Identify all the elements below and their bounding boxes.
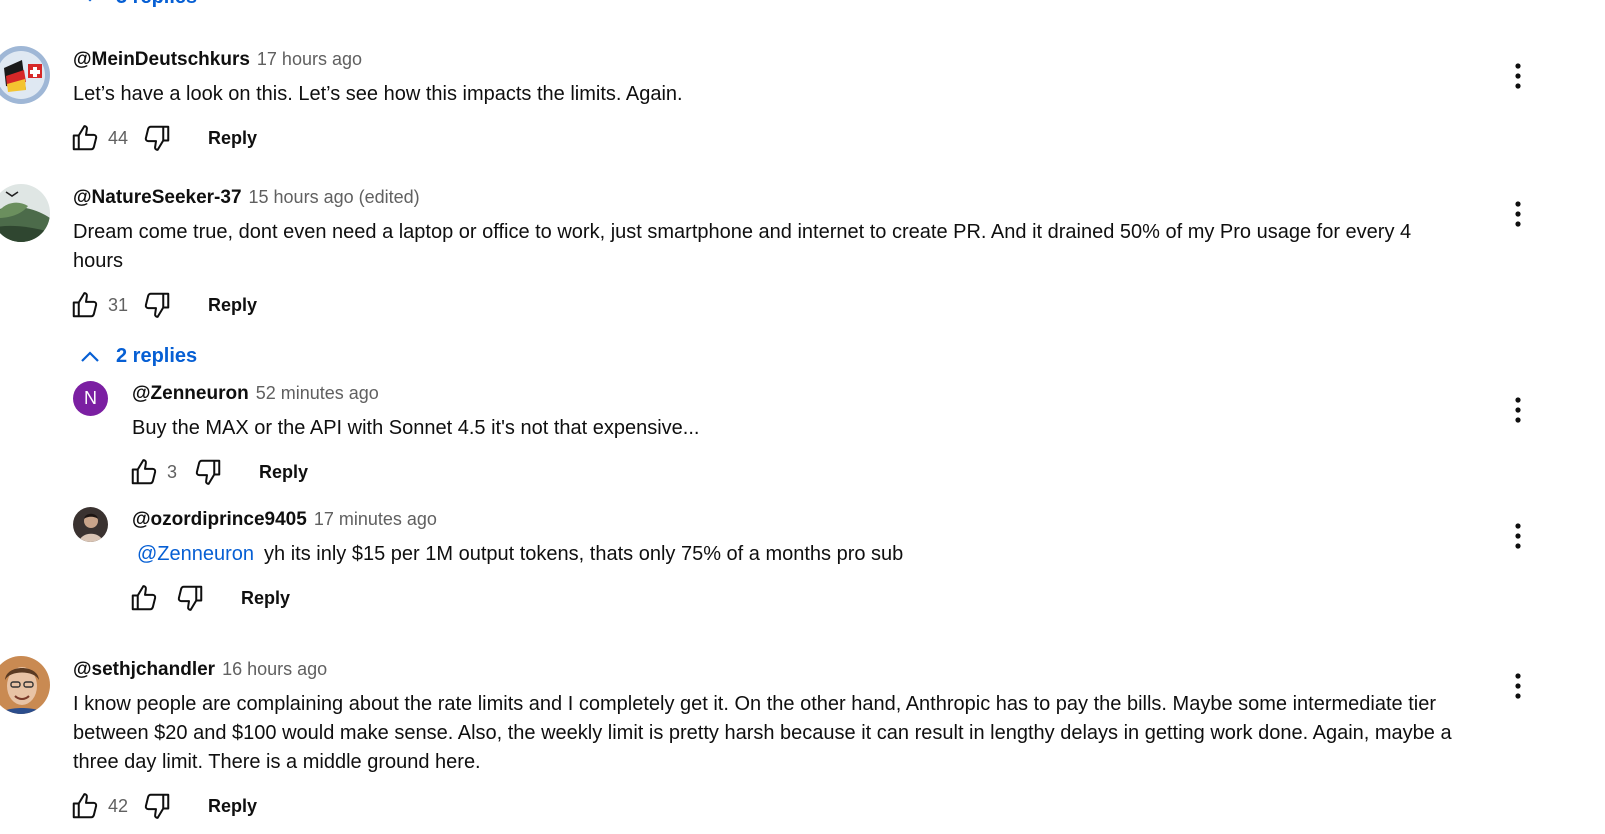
comment-actions: 42 Reply xyxy=(70,789,267,823)
more-actions-button[interactable] xyxy=(1508,521,1528,551)
thumb-down-icon xyxy=(142,290,172,320)
avatar[interactable]: N xyxy=(73,381,108,416)
replies-toggle-label: 2 replies xyxy=(116,344,198,367)
author-name[interactable]: @ozordiprince9405 xyxy=(132,509,307,531)
author-name[interactable]: @sethjchandler xyxy=(73,659,215,681)
thumb-down-icon xyxy=(142,123,172,153)
avatar[interactable] xyxy=(0,184,50,242)
like-count: 44 xyxy=(108,127,129,148)
like-button[interactable] xyxy=(70,791,100,821)
comment-actions: 3 Reply xyxy=(129,455,318,489)
comment-time[interactable]: 15 hours ago (edited) xyxy=(249,187,420,208)
like-count: 42 xyxy=(108,795,129,816)
replies-toggle-label: 3 replies xyxy=(116,0,197,9)
replies-toggle-top[interactable]: 3 replies xyxy=(80,0,197,8)
comment-actions: 44 Reply xyxy=(70,121,267,155)
like-count: 3 xyxy=(167,461,178,482)
like-button[interactable] xyxy=(70,123,100,153)
reply-button[interactable]: Reply xyxy=(231,581,300,615)
author-name[interactable]: @Zenneuron xyxy=(132,383,249,405)
thumb-up-icon xyxy=(70,290,100,320)
avatar[interactable] xyxy=(0,46,50,104)
more-actions-button[interactable] xyxy=(1508,395,1528,425)
dislike-button[interactable] xyxy=(142,123,172,153)
like-button[interactable] xyxy=(129,457,159,487)
comment-text: Let’s have a look on this. Let’s see how… xyxy=(73,83,683,105)
more-vert-icon xyxy=(1514,671,1522,701)
thumb-down-icon xyxy=(142,791,172,821)
like-button[interactable] xyxy=(129,583,159,613)
more-actions-button[interactable] xyxy=(1508,199,1528,229)
chevron-up-icon xyxy=(81,351,99,362)
thumb-up-icon xyxy=(129,583,159,613)
mention-link[interactable]: @Zenneuron xyxy=(137,543,254,565)
thumb-up-icon xyxy=(70,123,100,153)
comment-header: @MeinDeutschkurs 17 hours ago xyxy=(73,49,362,71)
chevron-down-icon xyxy=(88,0,92,2)
comment-actions: 31 Reply xyxy=(70,288,267,322)
more-actions-button[interactable] xyxy=(1508,671,1528,701)
more-actions-button[interactable] xyxy=(1508,61,1528,91)
dislike-button[interactable] xyxy=(193,457,223,487)
comment-time[interactable]: 17 minutes ago xyxy=(314,509,437,530)
thumb-down-icon xyxy=(193,457,223,487)
thumb-down-icon xyxy=(175,583,205,613)
comment-text: @Zenneuron yh its inly $15 per 1M output … xyxy=(132,540,1472,569)
reply-button[interactable]: Reply xyxy=(249,455,318,489)
comment-time[interactable]: 17 hours ago xyxy=(257,49,362,70)
author-name[interactable]: @NatureSeeker-37 xyxy=(73,187,242,209)
reply-button[interactable]: Reply xyxy=(198,121,267,155)
like-button[interactable] xyxy=(70,290,100,320)
more-vert-icon xyxy=(1514,521,1522,551)
avatar[interactable] xyxy=(0,656,50,714)
dislike-button[interactable] xyxy=(142,290,172,320)
comment-actions: Reply xyxy=(129,581,300,615)
comment-text: Buy the MAX or the API with Sonnet 4.5 i… xyxy=(132,417,700,439)
avatar[interactable] xyxy=(73,507,108,542)
comment-header: @Zenneuron 52 minutes ago xyxy=(132,383,379,405)
comment-body: yh its inly $15 per 1M output tokens, th… xyxy=(264,543,904,565)
reply-button[interactable]: Reply xyxy=(198,789,267,823)
replies-toggle[interactable]: 2 replies xyxy=(78,340,197,372)
comment-header: @NatureSeeker-37 15 hours ago (edited) xyxy=(73,187,420,209)
comment-text: Dream come true, dont even need a laptop… xyxy=(73,221,1412,272)
comment-time[interactable]: 52 minutes ago xyxy=(256,383,379,404)
more-vert-icon xyxy=(1514,61,1522,91)
reply-button[interactable]: Reply xyxy=(198,288,267,322)
dislike-button[interactable] xyxy=(142,791,172,821)
comment-header: @sethjchandler 16 hours ago xyxy=(73,659,327,681)
dislike-button[interactable] xyxy=(175,583,205,613)
thumb-up-icon xyxy=(70,791,100,821)
like-count: 31 xyxy=(108,294,129,315)
comment-header: @ozordiprince9405 17 minutes ago xyxy=(132,509,437,531)
more-vert-icon xyxy=(1514,199,1522,229)
comment-time[interactable]: 16 hours ago xyxy=(222,659,327,680)
more-vert-icon xyxy=(1514,395,1522,425)
author-name[interactable]: @MeinDeutschkurs xyxy=(73,49,250,71)
thumb-up-icon xyxy=(129,457,159,487)
avatar-letter: N xyxy=(84,388,97,408)
comment-text: I know people are complaining about the … xyxy=(73,693,1452,773)
